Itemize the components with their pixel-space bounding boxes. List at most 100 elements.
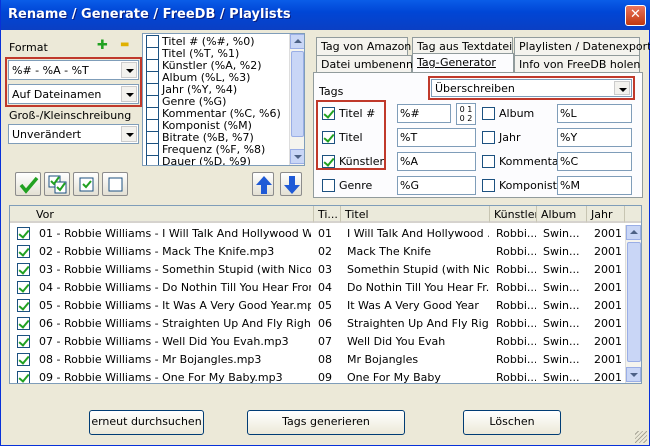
placeholder-item[interactable]: Bitrate (%B, %7) [162,131,254,144]
scroll-up-icon[interactable] [626,225,641,240]
move-down-button[interactable] [280,172,302,196]
overwrite-combo[interactable]: Überschreiben [431,79,632,97]
rescan-button[interactable]: erneut durchsuchen [89,410,204,435]
chevron-down-icon[interactable] [614,81,630,95]
field-komponist[interactable]: %M [557,176,632,195]
table-row[interactable]: 01 - Robbie Williams - I Will Talk And H… [10,225,625,243]
checkbox-jahr[interactable] [482,131,495,144]
checkbox-checked-icon [79,177,94,192]
close-button[interactable]: ✕ [625,5,646,26]
row-checkbox[interactable] [17,245,30,258]
row-checkbox[interactable] [17,299,30,312]
chevron-down-icon[interactable] [121,126,137,142]
tab-amazon[interactable]: Tag von Amazon [316,37,411,55]
track-numbering-button[interactable]: 0 1 0 2 [456,103,476,125]
placeholder-item[interactable]: Frequenz (%F, %8) [162,143,265,156]
row-checkbox[interactable] [17,353,30,366]
table-row[interactable]: 07 - Robbie Williams - Well Did You Evah… [10,333,625,351]
add-format-icon[interactable]: ✚ [97,38,108,53]
placeholder-checkbox[interactable] [146,155,159,165]
row-checkbox[interactable] [17,335,30,348]
chevron-down-icon[interactable] [121,86,137,102]
table-row[interactable]: 05 - Robbie Williams - It Was A Very Goo… [10,297,625,315]
delete-button[interactable]: Löschen [463,410,561,435]
table-row[interactable]: 03 - Robbie Williams - Somethin Stupid (… [10,261,625,279]
column-header-track[interactable]: Ti... [314,206,341,223]
field-jahr[interactable]: %Y [557,128,632,147]
table-row[interactable]: 09 - Robbie Williams - One For My Baby.m… [10,369,625,383]
scroll-up-icon[interactable] [290,34,304,49]
uncheck-all-button[interactable] [102,172,128,196]
check-all-button[interactable] [15,172,41,196]
checkbox-kuenstler[interactable] [322,155,335,168]
table-row[interactable]: 04 - Robbie Williams - Do Nothin Till Yo… [10,279,625,297]
cell-filename: 06 - Robbie Williams - Straighten Up And… [39,317,311,330]
tab-tag-generator[interactable]: Tag-Generator [412,53,514,73]
placeholder-scrollbar[interactable] [289,34,304,165]
placeholder-item[interactable]: Künstler (%A, %2) [162,59,262,72]
field-titel[interactable]: %T [397,128,476,147]
file-grid[interactable]: Vor Ti... Titel Künstler Album Jahr 01 -… [9,205,642,384]
placeholder-list[interactable]: Titel # (%#, %0) Titel (%T, %1) Künstler… [142,33,305,166]
mode-combo[interactable]: Auf Dateinamen [8,84,139,104]
checkbox-kommentar[interactable] [482,155,495,168]
checkbox-genre[interactable] [322,179,335,192]
generate-tags-button[interactable]: Tags generieren [247,410,405,435]
grid-scroll-thumb[interactable] [627,242,641,362]
tab-freedb[interactable]: Info von FreeDB holen [514,55,640,73]
resize-grip-icon[interactable] [635,431,647,443]
scroll-down-icon[interactable] [626,367,641,382]
move-up-button[interactable] [252,172,274,196]
placeholder-item[interactable]: Titel (%T, %1) [162,47,239,60]
column-header-jahr[interactable]: Jahr [587,206,625,223]
row-checkbox[interactable] [17,281,30,294]
title-bar[interactable]: Rename / Generate / FreeDB / Playlists ✕ [1,0,650,30]
field-kommentar[interactable]: %C [557,152,632,171]
chevron-down-icon[interactable] [121,62,137,78]
row-checkbox[interactable] [17,371,30,383]
tab-rename[interactable]: Datei umbenennen [316,55,427,73]
placeholder-item[interactable]: Dauer (%D, %9) [162,155,251,165]
case-combo[interactable]: Unverändert [8,124,139,144]
column-header-vor[interactable]: Vor [10,206,314,223]
placeholder-item[interactable]: Kommentar (%C, %6) [162,107,281,120]
format-combo[interactable]: %# - %A - %T [8,60,139,80]
row-checkbox[interactable] [17,317,30,330]
field-kuenstler[interactable]: %A [397,152,476,171]
table-row[interactable]: 02 - Robbie Williams - Mack The Knife.mp… [10,243,625,261]
placeholder-item[interactable]: Komponist (%M) [162,119,252,132]
table-row[interactable]: 08 - Robbie Williams - Mr Bojangles.mp3 … [10,351,625,369]
scroll-thumb[interactable] [291,51,304,137]
row-checkbox[interactable] [17,227,30,240]
column-header-kuenstler[interactable]: Künstler [490,206,537,223]
toggle-checks-button[interactable] [44,172,70,196]
checkbox-titel-nr[interactable] [322,107,335,120]
dialog-window: Rename / Generate / FreeDB / Playlists ✕… [0,0,650,446]
column-header-album[interactable]: Album [537,206,587,223]
grid-scrollbar[interactable] [625,225,641,383]
placeholder-item[interactable]: Titel # (%#, %0) [162,35,254,48]
field-value: %A [400,155,418,168]
row-checkbox[interactable] [17,263,30,276]
placeholder-item[interactable]: Jahr (%Y, %4) [162,83,237,96]
column-header-titel[interactable]: Titel [341,206,490,223]
cell-title: Well Did You Evah [347,335,446,348]
scroll-down-icon[interactable] [290,149,304,164]
table-row[interactable]: 06 - Robbie Williams - Straighten Up And… [10,315,625,333]
checkbox-titel[interactable] [322,131,335,144]
tab-playlists[interactable]: Playlisten / Datenexport [514,37,650,55]
field-album[interactable]: %L [557,104,632,123]
field-titel-nr[interactable]: %# [397,104,451,123]
check-selected-button[interactable] [73,172,99,196]
numbering-icon-bottom: 0 2 [459,114,473,123]
checkbox-komponist[interactable] [482,179,495,192]
column-header-filler [625,206,641,223]
cell-track: 08 [318,353,332,366]
remove-format-icon[interactable]: ▬ [120,39,129,50]
arrow-down-icon [284,176,300,194]
placeholder-item[interactable]: Album (%L, %3) [162,71,250,84]
placeholder-item[interactable]: Genre (%G) [162,95,226,108]
field-genre[interactable]: %G [397,176,476,195]
cell-album: Swin... [543,227,580,240]
checkbox-album[interactable] [482,107,495,120]
